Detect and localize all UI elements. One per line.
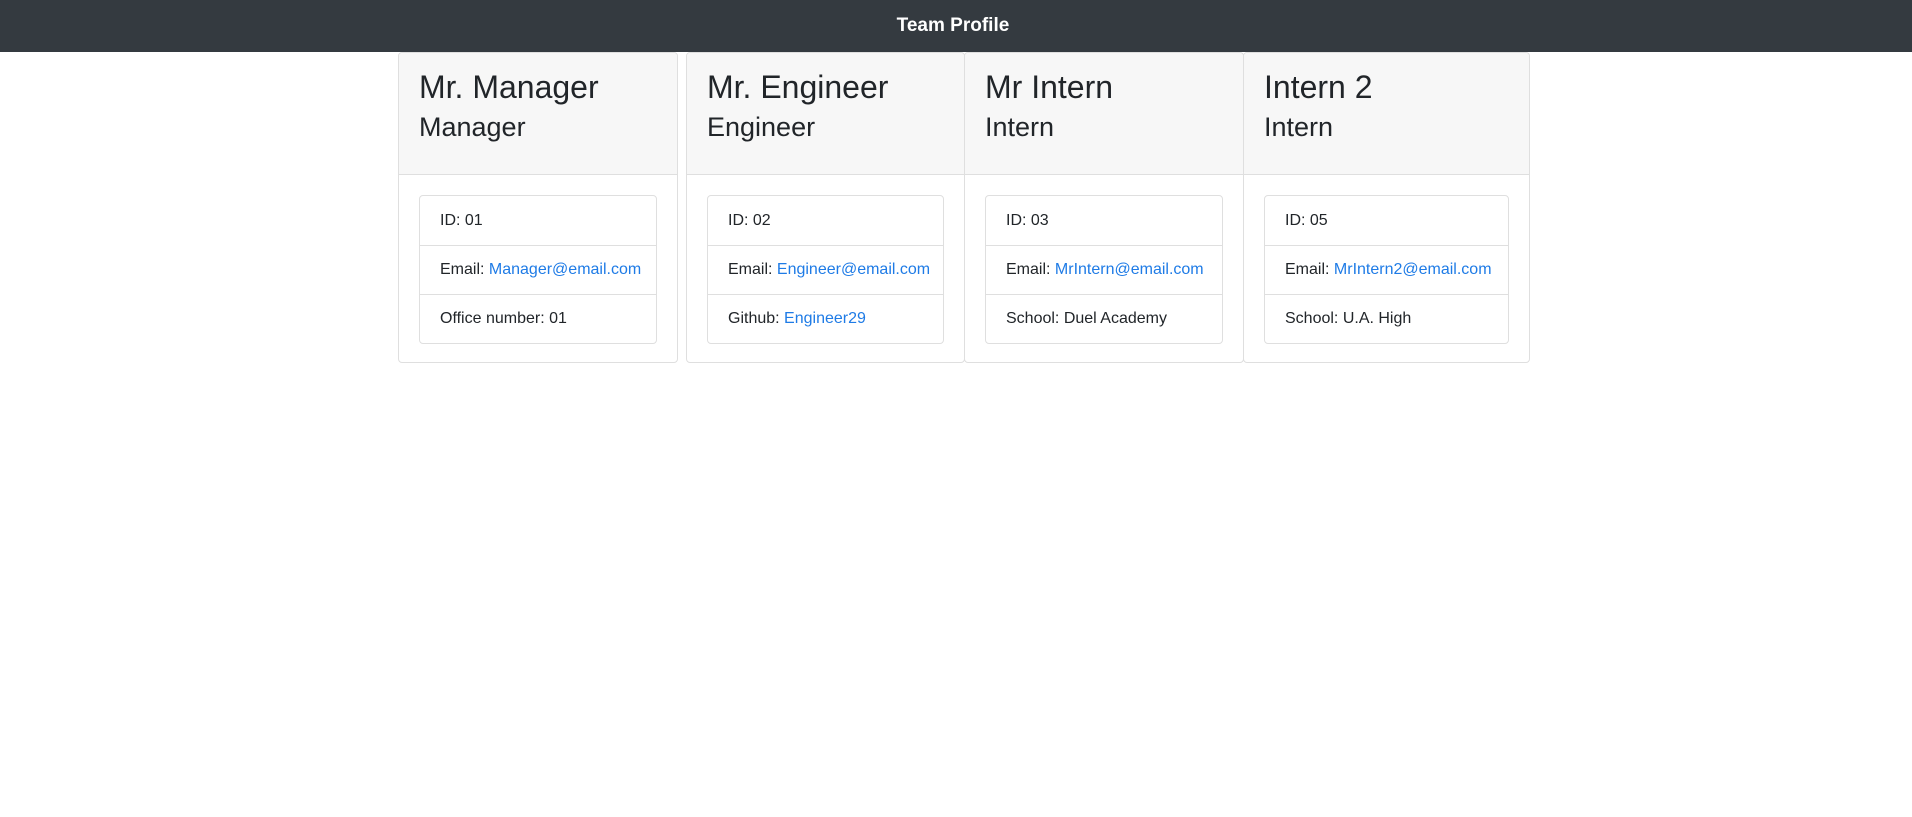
employee-name: Mr. Manager [419,69,599,105]
employee-role: Manager [419,112,526,142]
card-body: ID: 03 Email: MrIntern@email.com School:… [965,175,1243,362]
card-header: Mr Intern Intern [965,53,1243,175]
card-body: ID: 02 Email: Engineer@email.com Github:… [687,175,964,362]
employee-role: Intern [1264,112,1334,142]
employee-card-engineer: Mr. Engineer Engineer ID: 02 Email: Engi… [686,52,965,363]
card-header: Mr. Manager Manager [399,53,677,175]
github-link[interactable]: Engineer29 [784,310,866,328]
card-header: Intern 2 Intern [1244,53,1529,175]
navbar: Team Profile [0,0,1912,52]
employee-email: Email: Engineer@email.com [708,245,943,294]
card-body: ID: 05 Email: MrIntern2@email.com School… [1244,175,1529,362]
email-link[interactable]: MrIntern@email.com [1055,261,1204,279]
employee-id-text: ID: 02 [728,211,771,229]
employee-card-intern: Mr Intern Intern ID: 03 Email: MrIntern@… [964,52,1244,363]
employee-email: Email: Manager@email.com [420,245,656,294]
employee-name: Mr. Engineer [707,69,889,105]
employee-email: Email: MrIntern2@email.com [1265,245,1508,294]
employee-card-manager: Mr. Manager Manager ID: 01 Email: Manage… [398,52,678,363]
employee-id: ID: 03 [986,196,1222,245]
school-text: School: Duel Academy [1006,310,1167,327]
employee-id-text: ID: 03 [1006,211,1049,229]
employee-email: Email: MrIntern@email.com [986,245,1222,294]
email-label: Email: [440,261,485,278]
employee-school: School: Duel Academy [986,294,1222,343]
employee-github: Github: Engineer29 [708,294,943,343]
email-label: Email: [728,261,773,278]
employee-card-intern-2: Intern 2 Intern ID: 05 Email: MrIntern2@… [1243,52,1530,363]
email-link[interactable]: Manager@email.com [489,261,641,279]
employee-role: Intern [985,112,1055,142]
employee-id-text: ID: 01 [440,211,483,229]
employee-details-list: ID: 02 Email: Engineer@email.com Github:… [707,195,944,344]
employee-name: Intern 2 [1264,69,1373,105]
employee-details-list: ID: 03 Email: MrIntern@email.com School:… [985,195,1223,344]
page-title: Team Profile [896,15,1010,36]
employee-role: Engineer [707,112,816,142]
email-label: Email: [1285,261,1330,278]
email-link[interactable]: MrIntern2@email.com [1334,261,1492,279]
employee-id: ID: 01 [420,196,656,245]
employee-id: ID: 02 [708,196,943,245]
employee-school: School: U.A. High [1265,294,1508,343]
github-label: Github: [728,310,780,327]
card-body: ID: 01 Email: Manager@email.com Office n… [399,175,677,362]
employee-details-list: ID: 01 Email: Manager@email.com Office n… [419,195,657,344]
employee-id-text: ID: 05 [1285,211,1328,229]
employee-details-list: ID: 05 Email: MrIntern2@email.com School… [1264,195,1509,344]
office-number-text: Office number: 01 [440,310,567,327]
email-link[interactable]: Engineer@email.com [777,261,930,279]
employee-name: Mr Intern [985,69,1114,105]
employee-id: ID: 05 [1265,196,1508,245]
school-text: School: U.A. High [1285,310,1412,327]
employee-office-number: Office number: 01 [420,294,656,343]
card-header: Mr. Engineer Engineer [687,53,964,175]
email-label: Email: [1006,261,1051,278]
